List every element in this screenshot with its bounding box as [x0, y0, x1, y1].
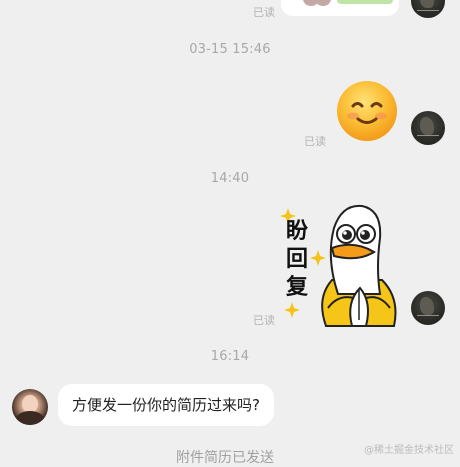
self-avatar[interactable]	[411, 291, 445, 325]
read-status: 已读	[304, 135, 326, 148]
system-notice: 附件简历已发送	[176, 450, 274, 466]
read-status: 已读	[253, 314, 275, 327]
timestamp: 16:14	[210, 349, 250, 364]
self-avatar[interactable]	[411, 0, 445, 18]
incoming-message-bubble[interactable]: 方便发一份你的简历过来吗?	[58, 384, 274, 426]
watermark: @稀土掘金技术社区	[364, 445, 454, 456]
timestamp: 03-15 15:46	[189, 42, 271, 57]
contact-avatar[interactable]	[12, 389, 48, 425]
sticker-caption: 盼回复	[286, 219, 309, 300]
timestamp: 14:40	[210, 171, 250, 186]
smile-emoji-icon[interactable]	[336, 80, 398, 142]
duck-sticker[interactable]: 盼回复	[276, 198, 402, 328]
image-thumbnail	[315, 0, 331, 6]
partial-image-message[interactable]	[281, 0, 399, 16]
read-status: 已读	[253, 6, 275, 19]
image-thumbnail	[337, 0, 393, 4]
self-avatar[interactable]	[411, 111, 445, 145]
